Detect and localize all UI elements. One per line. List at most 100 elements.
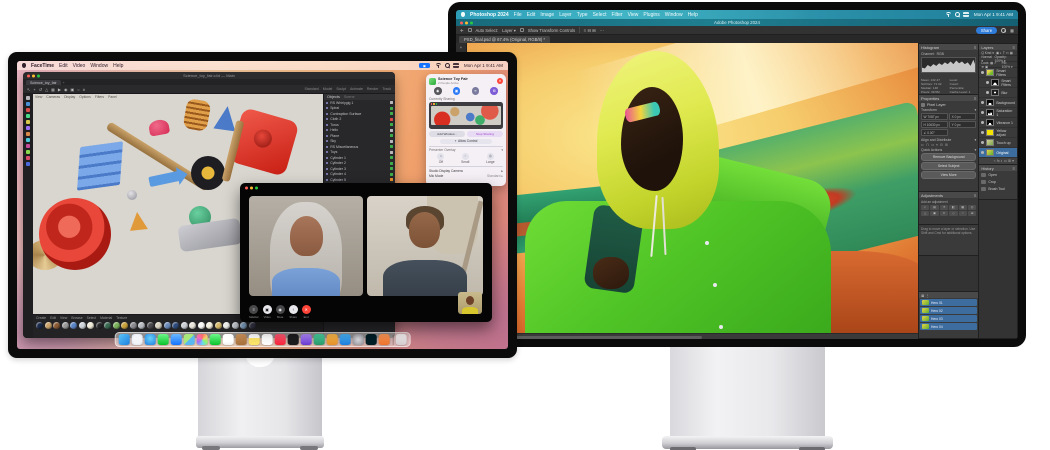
fill-field[interactable]: Fill: 100% ▾ (1002, 61, 1015, 69)
control-center-icon[interactable] (453, 63, 459, 68)
layer-visibility-icon[interactable] (981, 151, 984, 154)
libraries-header-icons[interactable]: ≣ ⋮ (921, 293, 929, 298)
object-state-chip[interactable] (390, 118, 393, 121)
wifi-icon[interactable] (945, 12, 952, 17)
wifi-icon[interactable] (435, 63, 442, 68)
material-menu-item[interactable]: Material (100, 316, 112, 320)
facetime-app-menu[interactable]: FaceTime (31, 63, 54, 69)
close-icon[interactable] (460, 21, 463, 24)
layer-row[interactable]: Saturation 1 (979, 108, 1017, 118)
auto-select-checkbox[interactable] (468, 28, 472, 32)
c4d-side-tool-icon[interactable] (26, 96, 30, 100)
facetime-menubar-indicator[interactable]: ▣ (419, 63, 430, 69)
align-icons-row[interactable]: ⊏⊓⊐≡⊟⊞ (921, 143, 976, 147)
c4d-tool-icon[interactable]: + (33, 87, 35, 92)
adjustment-icon[interactable]: ○ (959, 211, 967, 216)
facetime-control[interactable]: ◉ Mute (276, 305, 285, 319)
minimize-icon[interactable] (32, 74, 35, 77)
ps-canvas[interactable] (467, 43, 918, 339)
c4d-tool-icon[interactable]: ▣ (71, 87, 75, 92)
object-row[interactable]: RS Miscellaneous (324, 144, 395, 150)
object-state-chip[interactable] (390, 178, 393, 181)
c4d-tool-icon[interactable]: ↺ (39, 87, 42, 92)
c4d-tool-icon[interactable]: ↖ (27, 87, 30, 92)
viewport-menu-item[interactable]: Options (79, 95, 91, 99)
apple-logo-icon[interactable] (461, 12, 465, 17)
ps-app-menu[interactable]: Photoshop 2024 (470, 12, 509, 18)
object-state-chip[interactable] (390, 162, 393, 165)
panel-menu-icon[interactable]: ≡ (1013, 45, 1015, 50)
ps-menu-item[interactable]: Image (540, 12, 554, 18)
quick-action-button[interactable]: Select Subject (921, 162, 976, 170)
c4d-side-tool-icon[interactable] (26, 102, 30, 106)
ps-menu-item[interactable]: Plugins (643, 12, 659, 18)
angle-field[interactable]: ∠ 0.00° (921, 129, 948, 136)
object-row[interactable]: Helix (324, 128, 395, 134)
adjustment-icon[interactable]: ◎ (968, 205, 976, 210)
layout-tab[interactable]: Render (367, 87, 378, 91)
layer-row[interactable]: Background (979, 98, 1017, 108)
minimize-icon[interactable] (250, 187, 253, 190)
layer-visibility-icon[interactable] (981, 131, 984, 134)
ps-menu-item[interactable]: File (514, 12, 522, 18)
object-row[interactable]: Toys (324, 150, 395, 156)
c4d-tool-icon[interactable]: # (83, 87, 85, 92)
material-sphere[interactable] (87, 322, 94, 329)
window-traffic-lights[interactable] (460, 21, 473, 24)
c4d-side-tool-icon[interactable] (26, 108, 30, 112)
layer-row[interactable]: Touch up (979, 138, 1017, 148)
object-row[interactable]: Spiral (324, 106, 395, 112)
object-state-chip[interactable] (390, 129, 393, 132)
material-sphere[interactable] (249, 322, 256, 329)
object-row[interactable]: Sky (324, 139, 395, 145)
mic-mode-row[interactable]: Mic ModeStandard ▸ (429, 173, 503, 179)
adjustment-icon[interactable]: ⊞ (968, 211, 976, 216)
viewport-menu-item[interactable]: View (35, 95, 42, 99)
material-sphere[interactable] (96, 322, 103, 329)
history-step[interactable]: Crop (979, 178, 1017, 185)
mac-menu-item[interactable]: Edit (59, 63, 68, 69)
share-button[interactable]: Share (976, 27, 997, 34)
object-row[interactable]: Torus (324, 122, 395, 128)
close-icon[interactable] (245, 187, 248, 190)
dock-app-icon[interactable] (170, 334, 181, 345)
allow-control-button[interactable]: ⌖Allow Control (440, 139, 492, 145)
facetime-control[interactable]: ≡ Sidebar (249, 305, 259, 319)
material-sphere[interactable] (223, 322, 230, 329)
close-icon[interactable] (27, 74, 30, 77)
c4d-side-tool-icon[interactable] (26, 162, 30, 166)
video-tile-participant-2[interactable] (367, 196, 483, 296)
object-row[interactable]: Cylinder 4 (324, 172, 395, 178)
material-sphere[interactable] (138, 322, 145, 329)
facetime-control[interactable]: ▣ Video (263, 305, 272, 319)
material-sphere[interactable] (155, 322, 162, 329)
overlay-option[interactable]: ◎ Large (486, 153, 494, 165)
ps-menu-item[interactable]: Edit (527, 12, 536, 18)
object-state-chip[interactable] (390, 145, 393, 148)
dock-app-icon[interactable] (378, 334, 389, 345)
quick-action-button[interactable]: Remove Background (921, 153, 976, 161)
lock-icons[interactable]: Lock: ▦ ✓ ⊕ ▣ (981, 61, 999, 69)
c4d-side-tool-icon[interactable] (26, 138, 30, 142)
overlay-option-icon[interactable]: ◎ (487, 153, 494, 160)
adjustment-icon[interactable]: ◇ (949, 211, 957, 216)
material-sphere[interactable] (70, 322, 77, 329)
search-icon[interactable] (445, 63, 450, 68)
object-state-chip[interactable] (390, 167, 393, 170)
layer-visibility-icon[interactable] (981, 121, 984, 124)
chevron-down-icon[interactable]: ▾ (501, 148, 503, 152)
dock-app-icon[interactable] (261, 334, 272, 345)
c4d-tool-icon[interactable]: ▦ (51, 87, 55, 92)
material-sphere[interactable] (130, 322, 137, 329)
material-menu-item[interactable]: Select (87, 316, 96, 320)
transform-section-label[interactable]: Transform (921, 108, 937, 112)
dock-app-icon[interactable] (131, 334, 142, 345)
material-sphere[interactable] (113, 322, 120, 329)
dock-app-icon[interactable] (222, 334, 233, 345)
adjustment-icon[interactable]: ≡ (940, 211, 948, 216)
move-tool-icon[interactable]: ✛ (460, 28, 464, 33)
dock-app-icon[interactable] (144, 334, 155, 345)
material-sphere[interactable] (62, 322, 69, 329)
library-asset-row[interactable]: Hero 04 (920, 323, 977, 330)
object-row[interactable]: Cloth 2 (324, 117, 395, 123)
